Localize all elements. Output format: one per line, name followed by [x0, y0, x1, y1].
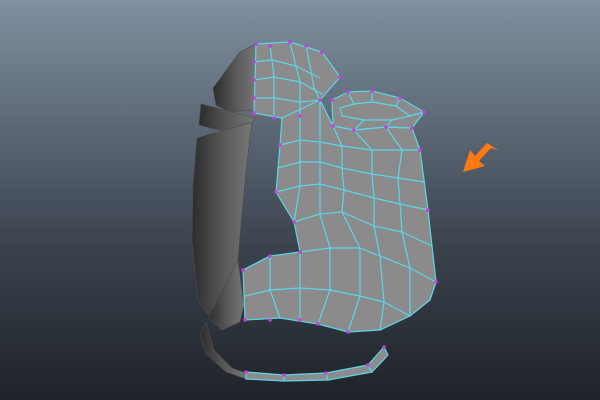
mesh-vertex[interactable] — [370, 89, 374, 93]
mesh-vertex[interactable] — [346, 90, 350, 94]
mesh-vertex[interactable] — [331, 124, 335, 128]
mesh-dark-side — [191, 43, 257, 380]
mesh-vertex[interactable] — [298, 318, 302, 322]
mesh-vertex[interactable] — [410, 126, 414, 130]
mesh-vertex[interactable] — [274, 190, 278, 194]
mesh-vertex[interactable] — [320, 50, 324, 54]
mesh-vertex[interactable] — [252, 60, 256, 64]
mesh-vertex[interactable] — [252, 96, 256, 100]
mesh-vertex[interactable] — [298, 114, 302, 118]
mesh-vertex[interactable] — [292, 220, 296, 224]
mesh-vertex[interactable] — [282, 373, 286, 377]
mesh-vertex[interactable] — [244, 370, 248, 374]
mesh-vertex[interactable] — [422, 110, 426, 114]
mesh-vertex[interactable] — [252, 111, 256, 115]
mesh-vertex[interactable] — [278, 143, 282, 147]
mesh-vertex[interactable] — [418, 148, 422, 152]
mesh-vertex[interactable] — [352, 128, 356, 132]
mesh-vertex[interactable] — [268, 318, 272, 322]
mesh-vertex[interactable] — [316, 322, 320, 326]
mesh-vertex[interactable] — [384, 125, 388, 129]
scene-canvas[interactable] — [0, 0, 600, 400]
mesh-vertex[interactable] — [324, 371, 328, 375]
mesh-vertex[interactable] — [254, 42, 258, 46]
mesh-vertex[interactable] — [304, 44, 308, 48]
mesh-vertex[interactable] — [298, 250, 302, 254]
mesh-vertex[interactable] — [252, 78, 256, 82]
mesh-vertex[interactable] — [338, 75, 342, 79]
mesh-vertex[interactable] — [243, 318, 247, 322]
mesh-vertex[interactable] — [382, 345, 386, 349]
mesh-vertex[interactable] — [268, 44, 272, 48]
mesh-vertex[interactable] — [398, 96, 402, 100]
mesh-vertex[interactable] — [346, 330, 350, 334]
mesh-vertex[interactable] — [318, 98, 322, 102]
mesh-vertex[interactable] — [434, 280, 438, 284]
mesh-vertex[interactable] — [366, 363, 370, 367]
mesh-vertex[interactable] — [272, 116, 276, 120]
mesh-vertex[interactable] — [426, 208, 430, 212]
mesh-vertex[interactable] — [288, 40, 292, 44]
mesh-vertex[interactable] — [330, 98, 334, 102]
arrow-pointer-icon — [463, 143, 498, 172]
mesh-vertex[interactable] — [241, 268, 245, 272]
mesh-vertex[interactable] — [268, 254, 272, 258]
3d-viewport[interactable] — [0, 0, 600, 400]
